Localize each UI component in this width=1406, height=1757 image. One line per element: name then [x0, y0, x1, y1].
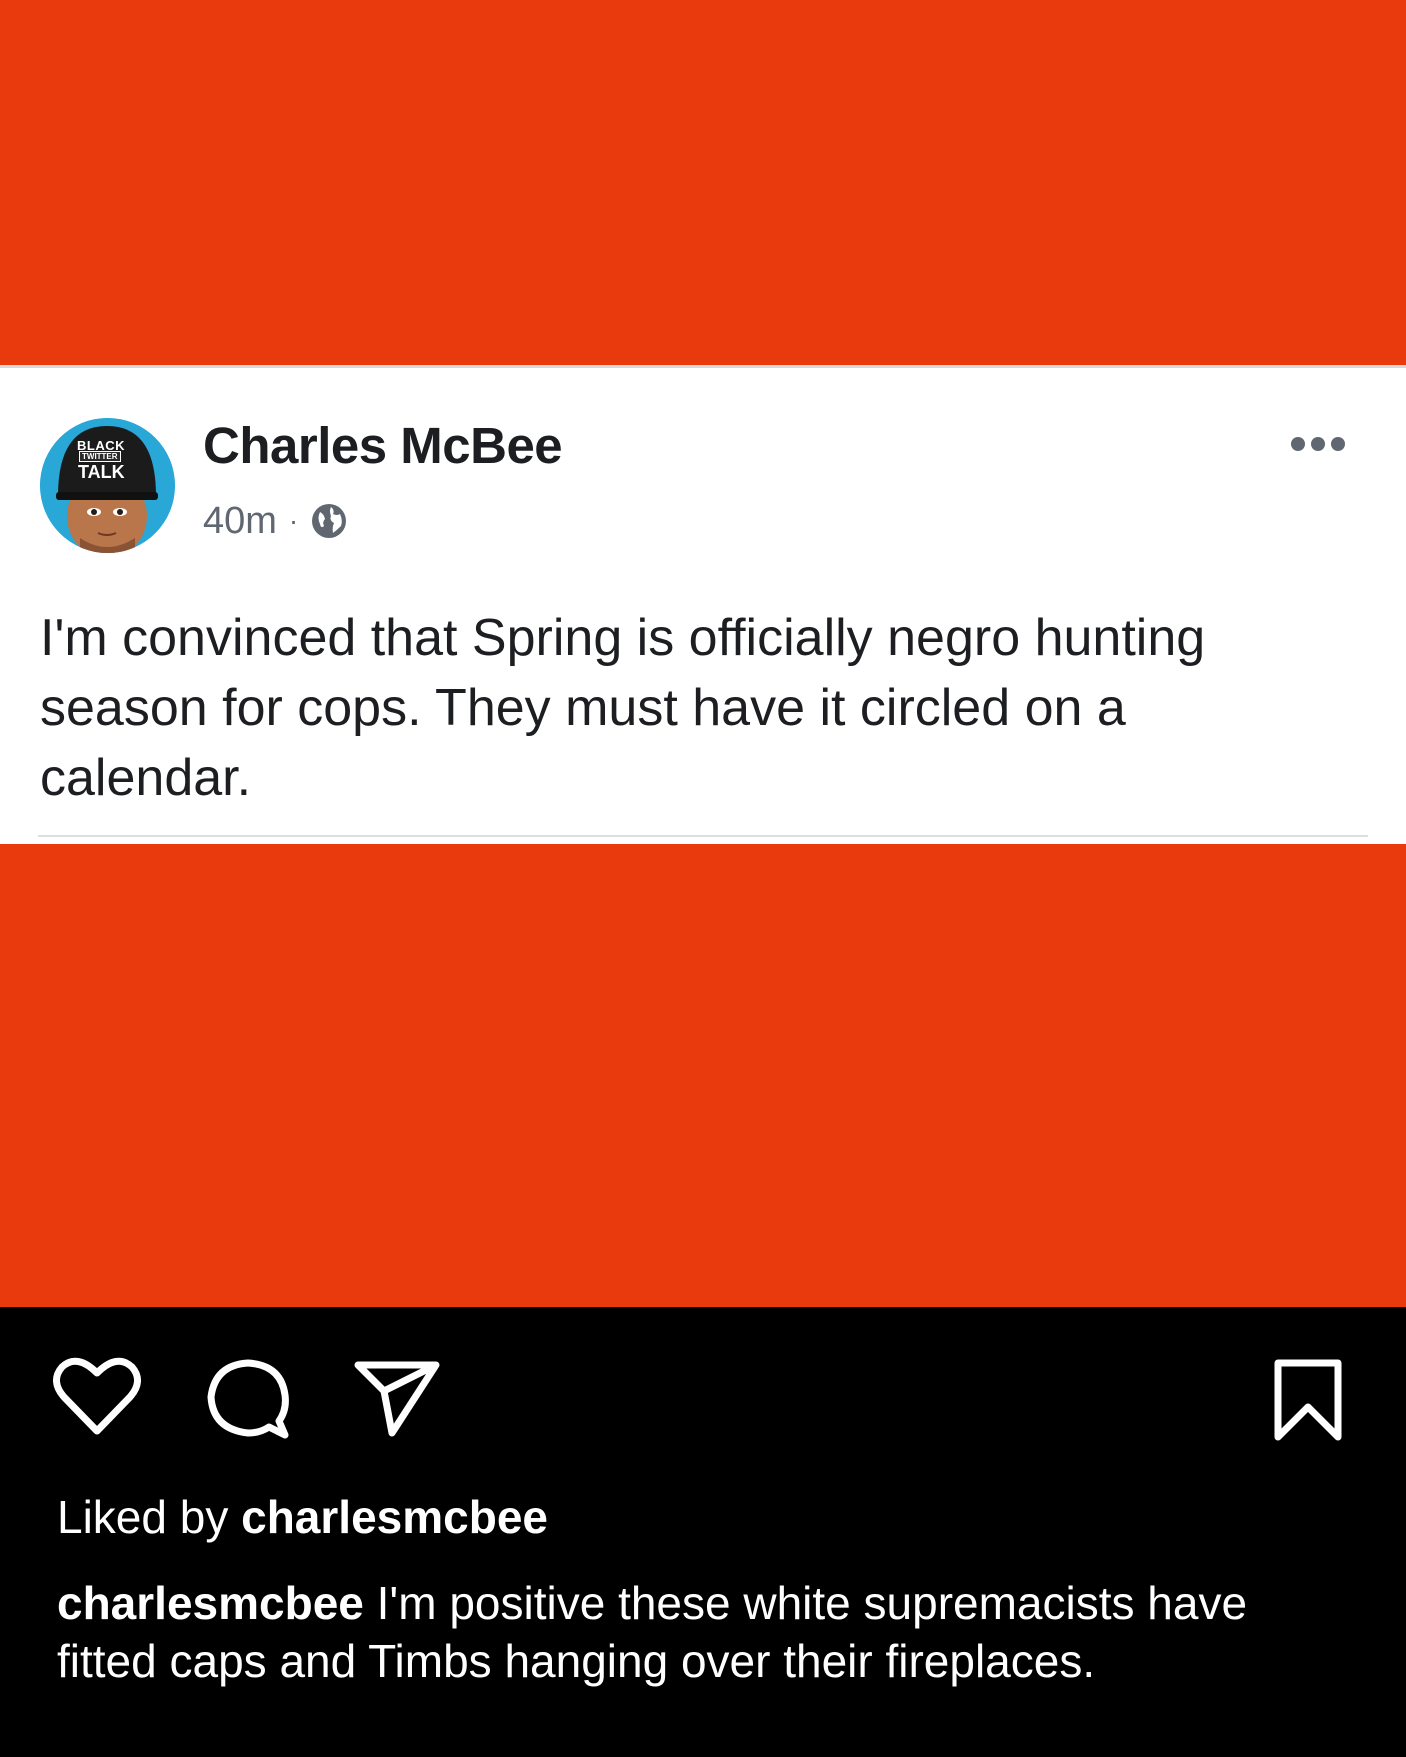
caption-user[interactable]: charlesmcbee — [57, 1577, 364, 1629]
heart-icon[interactable] — [52, 1355, 142, 1437]
liked-by-prefix: Liked by — [57, 1491, 242, 1543]
bookmark-icon[interactable] — [1272, 1357, 1344, 1443]
author-name[interactable]: Charles McBee — [203, 416, 563, 475]
share-icon[interactable] — [352, 1357, 442, 1439]
post-time[interactable]: 40m — [203, 500, 277, 543]
cap-text-line2: TWITTER — [79, 451, 121, 462]
comment-icon[interactable] — [205, 1355, 291, 1441]
more-dots-icon[interactable] — [1288, 432, 1348, 456]
instagram-action-bar — [0, 1340, 1406, 1450]
post-meta: 40m · — [203, 496, 348, 546]
background-top — [0, 0, 1406, 365]
globe-icon[interactable] — [310, 502, 348, 540]
background-bottom — [0, 844, 1406, 1307]
meta-separator: · — [288, 505, 299, 536]
facebook-post-card: BLACK TWITTER TALK Charles McBee 40m · I… — [0, 365, 1406, 844]
post-text: I'm convinced that Spring is officially … — [40, 609, 1206, 807]
cap-text-line3: TALK — [78, 462, 125, 482]
liked-by-text: Liked by charlesmcbee — [57, 1490, 548, 1544]
post-caption: charlesmcbee I'm positive these white su… — [57, 1574, 1357, 1690]
liked-by-user[interactable]: charlesmcbee — [241, 1491, 548, 1543]
card-divider — [38, 835, 1368, 837]
author-avatar[interactable]: BLACK TWITTER TALK — [40, 418, 175, 553]
